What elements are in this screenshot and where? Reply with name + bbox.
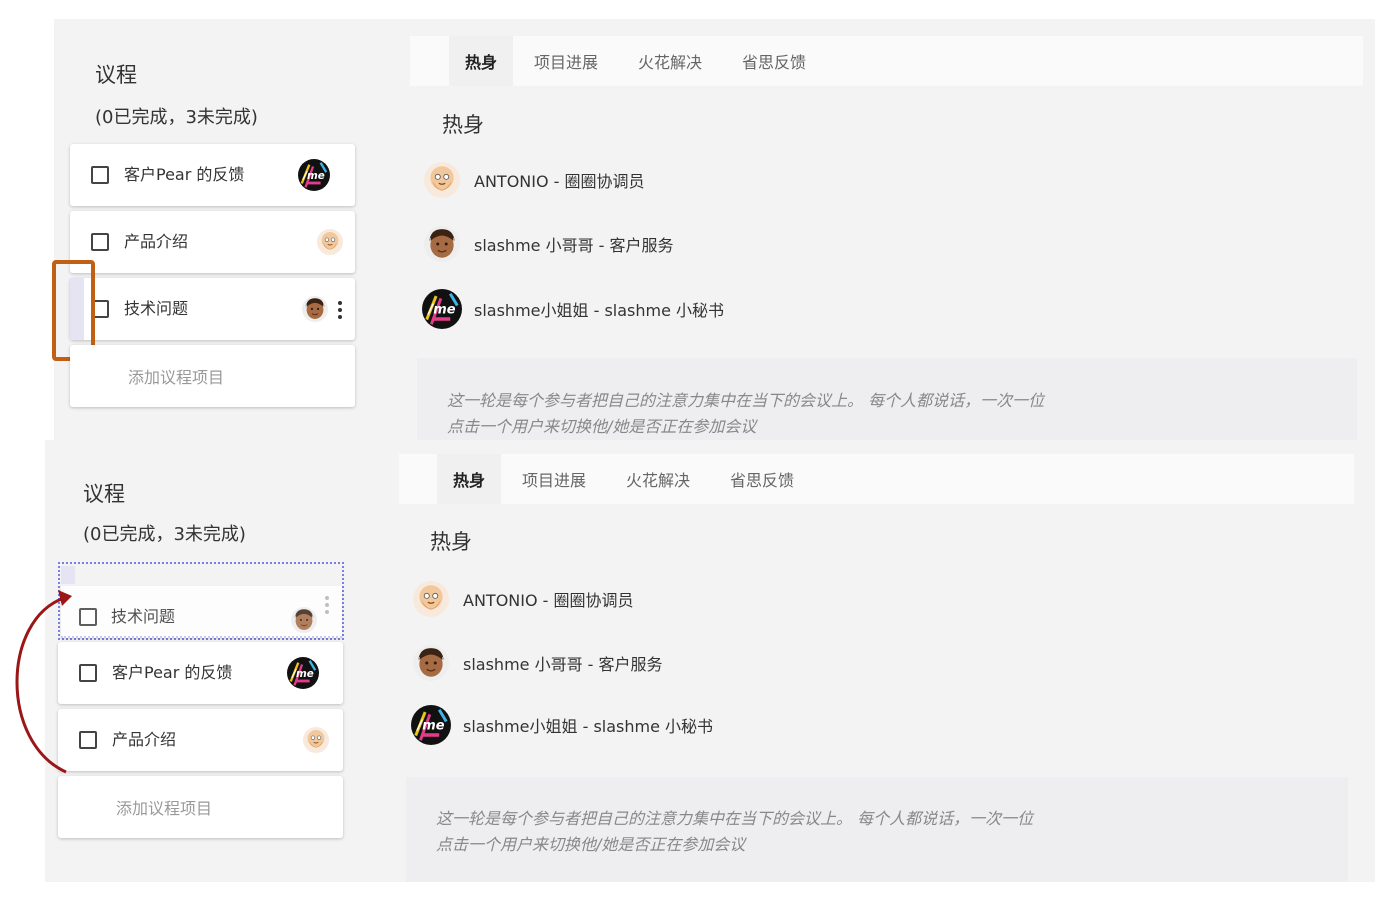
agenda-title: 议程 xyxy=(95,63,137,87)
agenda-item-label: 客户Pear 的反馈 xyxy=(124,165,245,184)
agenda-panel-before: 议程 (0已完成，3未完成) 客户Pear 的反馈 产品介绍 技术问题 添加议程… xyxy=(52,19,1375,440)
tab-reflection[interactable]: 省思反馈 xyxy=(726,36,822,86)
agenda-item-checkbox[interactable] xyxy=(79,731,97,749)
bald-man-avatar-icon xyxy=(303,727,329,753)
bald-man-avatar-icon xyxy=(317,229,343,255)
tab-bar: 热身 项目进展 火花解决 省思反馈 xyxy=(399,454,1354,504)
participant-row[interactable]: ANTONIO - 圈圈协调员 xyxy=(424,162,645,198)
agenda-item-checkbox[interactable] xyxy=(91,233,109,251)
drag-handle xyxy=(61,566,75,584)
agenda-item-label: 技术问题 xyxy=(124,299,189,318)
agenda-count: (0已完成，3未完成) xyxy=(83,524,246,545)
warmup-description-line1: 这一轮是每个参与者把自己的注意力集中在当下的会议上。 每个人都说话，一次一位 xyxy=(447,391,1045,410)
agenda-count: (0已完成，3未完成) xyxy=(95,107,258,128)
participant-name: slashme小姐姐 - slashme 小秘书 xyxy=(463,717,714,736)
agenda-item[interactable]: 客户Pear 的反馈 xyxy=(70,144,355,206)
participant-name: slashme 小哥哥 - 客户服务 xyxy=(463,655,663,674)
dragged-agenda-item[interactable]: 技术问题 xyxy=(61,586,342,638)
agenda-item-label: 产品介绍 xyxy=(124,232,189,251)
agenda-item[interactable]: 客户Pear 的反馈 xyxy=(58,642,343,704)
warmup-description-line2: 点击一个用户来切换他/她是否正在参加会议 xyxy=(447,417,757,436)
add-agenda-item-label: 添加议程项目 xyxy=(116,799,213,818)
kebab-menu-icon[interactable] xyxy=(338,301,342,319)
participant-row[interactable]: slashme小姐姐 - slashme 小秘书 xyxy=(411,705,713,745)
tab-progress[interactable]: 项目进展 xyxy=(506,454,602,504)
tab-progress[interactable]: 项目进展 xyxy=(518,36,614,86)
participant-name: ANTONIO - 圈圈协调员 xyxy=(463,591,634,610)
participant-row[interactable]: slashme小姐姐 - slashme 小秘书 xyxy=(422,289,724,329)
warmup-description-box: 这一轮是每个参与者把自己的注意力集中在当下的会议上。 每个人都说话，一次一位 点… xyxy=(406,777,1348,882)
bald-man-avatar-icon xyxy=(424,162,460,198)
bald-man-avatar-icon xyxy=(413,581,449,617)
participant-name: slashme小姐姐 - slashme 小秘书 xyxy=(474,301,725,320)
warmup-description-line2: 点击一个用户来切换他/她是否正在参加会议 xyxy=(436,835,746,854)
agenda-item-checkbox[interactable] xyxy=(79,664,97,682)
man-avatar-icon xyxy=(302,296,328,322)
tab-warmup[interactable]: 热身 xyxy=(449,36,514,86)
agenda-panel-after: 议程 (0已完成，3未完成) 技术问题 客户Pear 的反馈 产品介绍 添加议程… xyxy=(45,440,1375,882)
agenda-item-checkbox[interactable] xyxy=(91,166,109,184)
tab-spark[interactable]: 火花解决 xyxy=(622,36,718,86)
tab-warmup[interactable]: 热身 xyxy=(437,454,502,504)
add-agenda-item-button[interactable]: 添加议程项目 xyxy=(58,776,343,838)
agenda-item[interactable]: 技术问题 xyxy=(70,278,355,340)
participant-row[interactable]: slashme 小哥哥 - 客户服务 xyxy=(413,645,663,681)
man-avatar-icon xyxy=(291,607,317,633)
tab-bar: 热身 项目进展 火花解决 省思反馈 xyxy=(410,36,1363,86)
agenda-item-label: 技术问题 xyxy=(111,607,176,626)
tab-reflection[interactable]: 省思反馈 xyxy=(714,454,810,504)
participant-row[interactable]: slashme 小哥哥 - 客户服务 xyxy=(424,226,674,262)
slashme-logo-icon xyxy=(411,705,451,745)
slashme-logo-icon xyxy=(422,289,462,329)
participant-name: ANTONIO - 圈圈协调员 xyxy=(474,172,645,191)
participant-row[interactable]: ANTONIO - 圈圈协调员 xyxy=(413,581,634,617)
agenda-item-label: 产品介绍 xyxy=(112,730,177,749)
warmup-description-box: 这一轮是每个参与者把自己的注意力集中在当下的会议上。 每个人都说话，一次一位 点… xyxy=(417,358,1357,440)
man-avatar-icon xyxy=(424,226,460,262)
man-avatar-icon xyxy=(413,645,449,681)
agenda-item[interactable]: 产品介绍 xyxy=(70,211,355,273)
agenda-item-label: 客户Pear 的反馈 xyxy=(112,663,233,682)
tab-spark[interactable]: 火花解决 xyxy=(610,454,706,504)
slashme-logo-icon xyxy=(287,657,319,689)
add-agenda-item-button[interactable]: 添加议程项目 xyxy=(70,345,355,407)
warmup-title: 热身 xyxy=(442,113,484,137)
add-agenda-item-label: 添加议程项目 xyxy=(128,368,225,387)
participant-name: slashme 小哥哥 - 客户服务 xyxy=(474,236,674,255)
agenda-item[interactable]: 产品介绍 xyxy=(58,709,343,771)
slashme-logo-icon xyxy=(298,159,330,191)
agenda-item-checkbox[interactable] xyxy=(79,608,97,626)
warmup-description-line1: 这一轮是每个参与者把自己的注意力集中在当下的会议上。 每个人都说话，一次一位 xyxy=(436,809,1034,828)
warmup-title: 热身 xyxy=(430,530,472,554)
agenda-title: 议程 xyxy=(83,482,125,506)
kebab-menu-icon[interactable] xyxy=(325,596,329,614)
